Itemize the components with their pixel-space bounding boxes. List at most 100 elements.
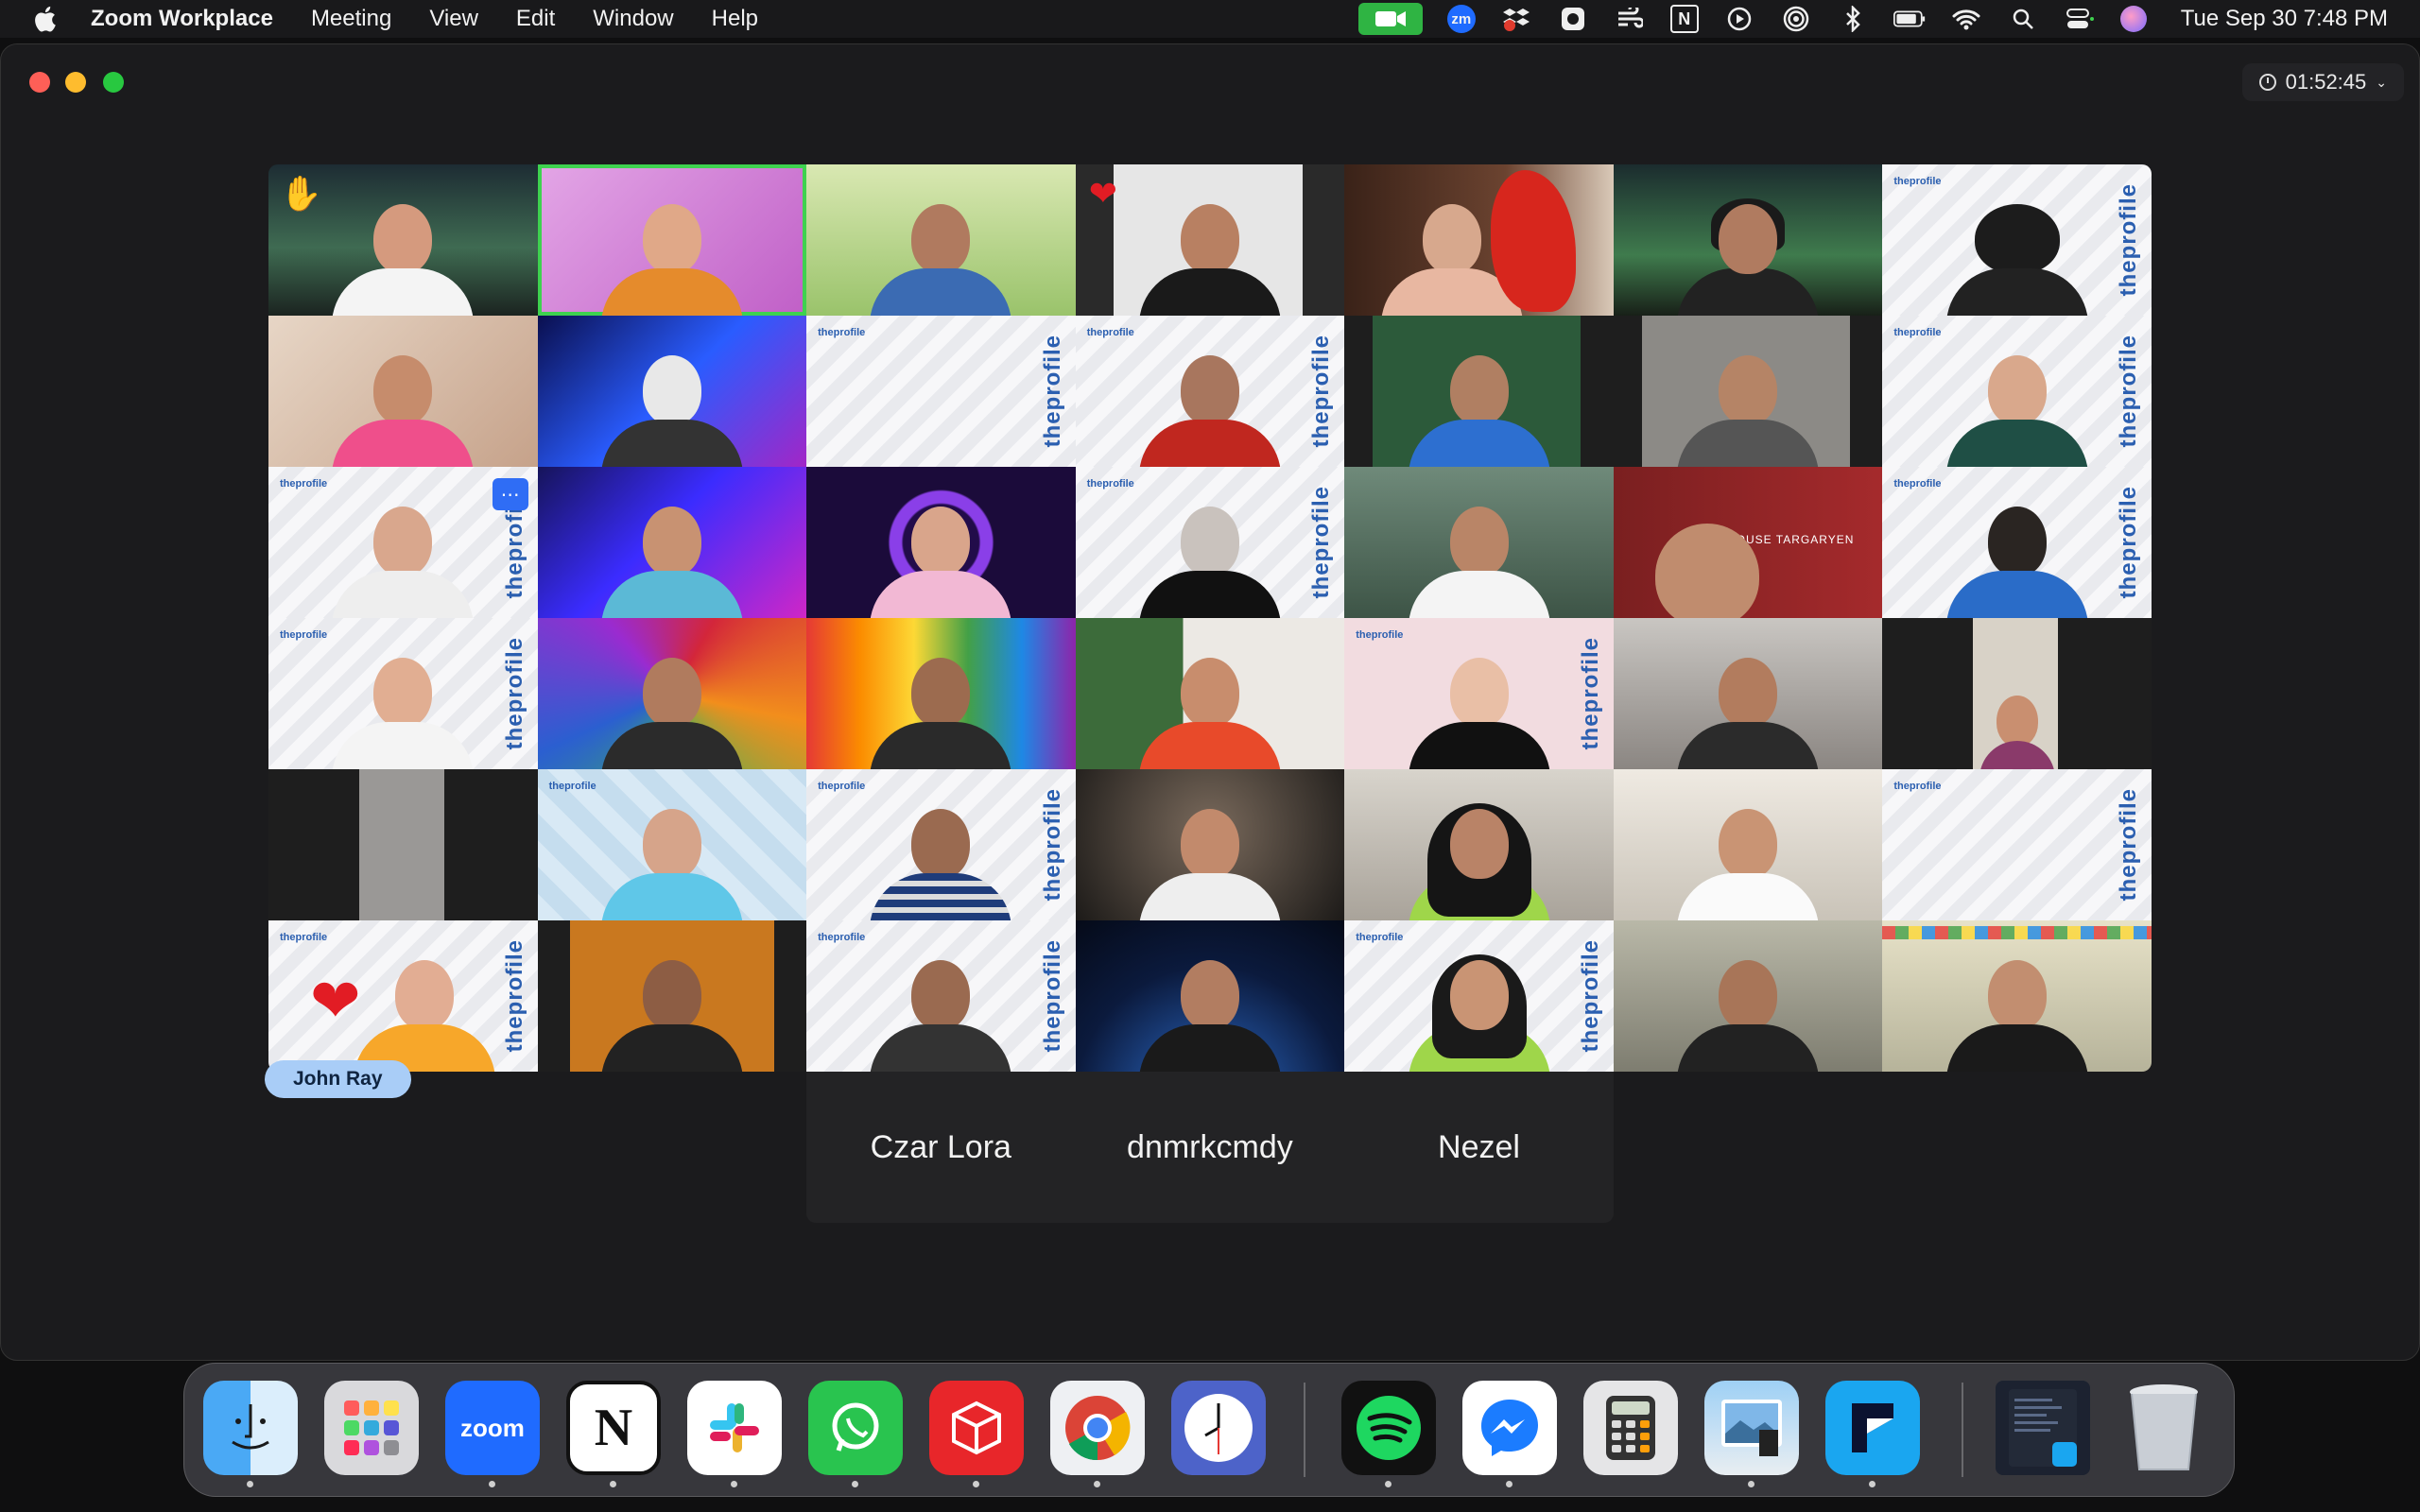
zoom-camera-icon[interactable]	[1357, 3, 1423, 35]
running-indicator	[1869, 1481, 1876, 1487]
dropbox-icon[interactable]	[1500, 6, 1532, 32]
close-window-button[interactable]	[29, 72, 50, 93]
menu-meeting[interactable]: Meeting	[311, 6, 391, 32]
whatsapp-icon[interactable]	[808, 1381, 903, 1475]
cube-app-icon[interactable]	[929, 1381, 1024, 1475]
video-tile[interactable]	[1613, 164, 1883, 316]
brand-logo-vertical: theprofile	[2115, 788, 2141, 902]
participant-video	[1655, 524, 1760, 618]
app-menu-zoom[interactable]: Zoom Workplace	[91, 6, 273, 32]
participant-video	[1138, 960, 1281, 1072]
video-tile[interactable]: ✋	[268, 164, 538, 316]
video-tile[interactable]: theprofile theprofile	[1882, 316, 2152, 467]
video-tile[interactable]	[1075, 618, 1345, 769]
video-tile[interactable]: theprofile theprofile ⋯	[268, 467, 538, 618]
video-tile[interactable]: theprofile theprofile	[268, 618, 538, 769]
clock-icon[interactable]	[1171, 1381, 1266, 1475]
zoom-icon[interactable]: zm	[1446, 5, 1476, 33]
play-icon[interactable]	[1723, 6, 1755, 32]
brand-logo-small: theprofile	[280, 478, 328, 490]
participant-video	[1138, 507, 1281, 618]
search-icon[interactable]	[2007, 6, 2039, 32]
participant-name-tile[interactable]: dnmrkcmdy	[1076, 1129, 1345, 1166]
participant-name-tile[interactable]: Nezel	[1344, 1129, 1614, 1166]
trash-icon[interactable]	[2117, 1381, 2211, 1475]
menu-view[interactable]: View	[429, 6, 478, 32]
video-tile[interactable]	[268, 316, 538, 467]
video-tile[interactable]	[268, 769, 538, 920]
menu-window[interactable]: Window	[593, 6, 673, 32]
video-tile[interactable]	[1882, 920, 2152, 1072]
brand-logo-vertical: theprofile	[1308, 335, 1335, 448]
notion-app-icon[interactable]: N	[566, 1381, 661, 1475]
more-options-button[interactable]: ⋯	[492, 478, 528, 510]
video-tile[interactable]	[1075, 769, 1345, 920]
participant-video	[870, 658, 1012, 769]
video-tile[interactable]	[1344, 467, 1614, 618]
video-tile[interactable]	[1344, 769, 1614, 920]
notion-icon[interactable]: N	[1669, 5, 1699, 33]
video-tile[interactable]: theprofile theprofile	[806, 316, 1076, 467]
video-tile[interactable]: HOUSE TARGARYEN	[1613, 467, 1883, 618]
video-tile[interactable]: theprofile theprofile	[1344, 920, 1614, 1072]
video-tile[interactable]	[1613, 769, 1883, 920]
battery-icon[interactable]	[1893, 6, 1926, 32]
airdrop-icon[interactable]	[1780, 6, 1812, 32]
calculator-icon[interactable]	[1583, 1381, 1678, 1475]
meeting-timer[interactable]: 01:52:45 ⌄	[2241, 63, 2404, 101]
video-tile[interactable]: theprofile theprofile	[1882, 164, 2152, 316]
control-center-icon[interactable]	[2064, 6, 2096, 32]
settings-icon[interactable]	[1557, 6, 1589, 32]
menu-help[interactable]: Help	[712, 6, 758, 32]
video-tile[interactable]	[1075, 920, 1345, 1072]
video-tile[interactable]: theprofile theprofile	[1075, 467, 1345, 618]
user-avatar-icon[interactable]	[2119, 6, 2147, 32]
video-tile[interactable]: theprofile theprofile	[1075, 316, 1345, 467]
video-tile[interactable]: theprofile theprofile	[1882, 769, 2152, 920]
messenger-icon[interactable]	[1462, 1381, 1557, 1475]
participant-video	[870, 809, 1012, 920]
video-tile[interactable]	[1613, 618, 1883, 769]
bluetooth-icon[interactable]	[1837, 6, 1869, 32]
video-tile[interactable]: theprofile theprofile	[806, 769, 1076, 920]
video-tile[interactable]: ❤	[1075, 164, 1345, 316]
video-tile[interactable]	[1613, 920, 1883, 1072]
video-tile[interactable]: theprofile theprofile	[806, 920, 1076, 1072]
brand-logo-vertical: theprofile	[2115, 486, 2141, 599]
video-tile[interactable]	[1344, 164, 1614, 316]
framer-icon[interactable]	[1825, 1381, 1920, 1475]
preview-icon[interactable]	[1704, 1381, 1799, 1475]
video-tile[interactable]	[806, 618, 1076, 769]
video-tile[interactable]	[1344, 316, 1614, 467]
spotify-icon[interactable]	[1341, 1381, 1436, 1475]
participant-name-tile[interactable]: Czar Lora	[806, 1129, 1076, 1166]
video-tile[interactable]: theprofile theprofile ❤	[268, 920, 538, 1072]
video-tile[interactable]	[1882, 618, 2152, 769]
wifi-icon[interactable]	[1950, 6, 1982, 32]
raised-hand-icon: ✋	[280, 174, 322, 213]
video-tile[interactable]: theprofile	[537, 769, 807, 920]
minimize-window-button[interactable]	[65, 72, 86, 93]
video-tile[interactable]	[537, 920, 807, 1072]
video-tile-active-speaker[interactable]	[537, 164, 807, 316]
zoom-app-icon[interactable]: zoom	[445, 1381, 540, 1475]
video-tile[interactable]	[537, 618, 807, 769]
video-tile[interactable]	[537, 467, 807, 618]
launchpad-icon[interactable]	[324, 1381, 419, 1475]
fullscreen-window-button[interactable]	[103, 72, 124, 93]
video-tile[interactable]: theprofile theprofile	[1882, 467, 2152, 618]
video-tile[interactable]: theprofile theprofile	[1344, 618, 1614, 769]
finder-icon[interactable]	[203, 1381, 298, 1475]
minimized-window-thumbnail[interactable]	[1996, 1381, 2090, 1475]
video-tile[interactable]	[537, 316, 807, 467]
running-indicator	[852, 1481, 858, 1487]
video-tile[interactable]	[806, 164, 1076, 316]
video-tile[interactable]	[1613, 316, 1883, 467]
slack-icon[interactable]	[687, 1381, 782, 1475]
chrome-icon[interactable]	[1050, 1381, 1145, 1475]
video-tile[interactable]	[806, 467, 1076, 618]
wind-icon[interactable]	[1614, 6, 1646, 32]
apple-menu-icon[interactable]	[32, 5, 57, 33]
menu-edit[interactable]: Edit	[516, 6, 555, 32]
menubar-clock[interactable]: Tue Sep 30 7:48 PM	[2181, 6, 2388, 32]
